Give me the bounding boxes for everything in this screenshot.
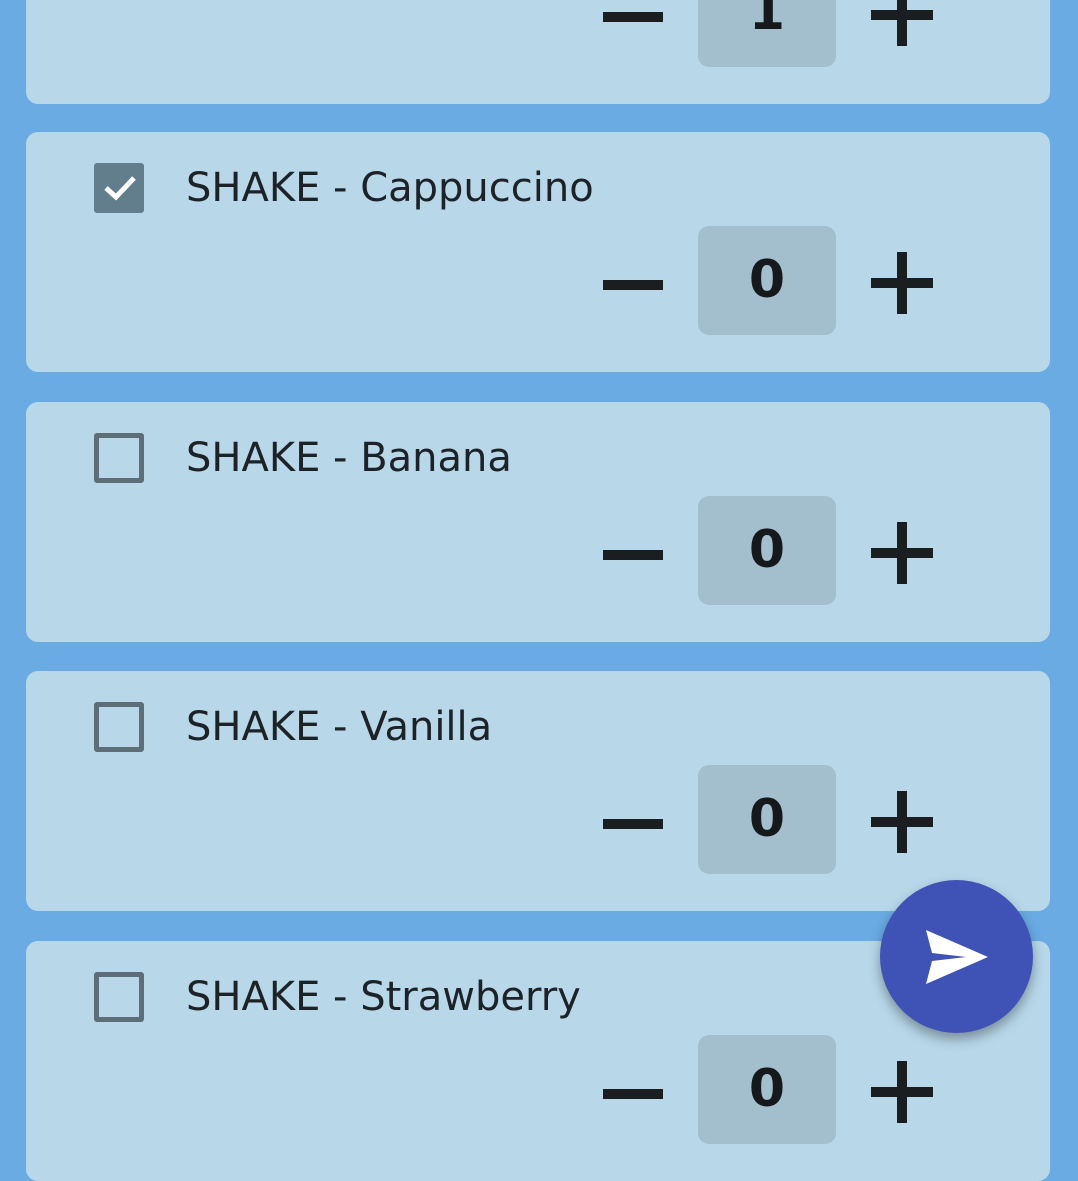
item-label: SHAKE - Cappuccino — [186, 165, 594, 211]
minus-icon — [603, 280, 663, 290]
list-item: 1 — [26, 0, 1050, 104]
increment-button[interactable] — [871, 0, 933, 46]
plus-icon — [871, 1061, 933, 1123]
minus-icon — [603, 819, 663, 829]
item-checkbox[interactable] — [94, 702, 144, 752]
increment-button[interactable] — [871, 522, 933, 584]
plus-icon — [871, 791, 933, 853]
decrement-button[interactable] — [603, 1064, 663, 1124]
item-checkbox[interactable] — [94, 433, 144, 483]
send-order-button[interactable] — [880, 880, 1033, 1033]
increment-button[interactable] — [871, 791, 933, 853]
minus-icon — [603, 1089, 663, 1099]
decrement-button[interactable] — [603, 0, 663, 47]
item-label: SHAKE - Banana — [186, 435, 512, 481]
item-checkbox[interactable] — [94, 972, 144, 1022]
plus-icon — [871, 522, 933, 584]
quantity-value[interactable]: 0 — [698, 765, 836, 874]
decrement-button[interactable] — [603, 525, 663, 585]
item-label: SHAKE - Strawberry — [186, 974, 581, 1020]
list-item: SHAKE - Vanilla 0 — [26, 671, 1050, 911]
increment-button[interactable] — [871, 1061, 933, 1123]
send-icon — [926, 930, 988, 984]
plus-icon — [871, 252, 933, 314]
minus-icon — [603, 550, 663, 560]
quantity-value[interactable]: 1 — [698, 0, 836, 67]
list-item: SHAKE - Banana 0 — [26, 402, 1050, 642]
plus-icon — [871, 0, 933, 46]
quantity-value[interactable]: 0 — [698, 226, 836, 335]
decrement-button[interactable] — [603, 255, 663, 315]
quantity-value[interactable]: 0 — [698, 1035, 836, 1144]
item-checkbox[interactable] — [94, 163, 144, 213]
increment-button[interactable] — [871, 252, 933, 314]
decrement-button[interactable] — [603, 794, 663, 854]
list-item: SHAKE - Cappuccino 0 — [26, 132, 1050, 372]
check-icon — [104, 176, 136, 201]
quantity-value[interactable]: 0 — [698, 496, 836, 605]
minus-icon — [603, 12, 663, 22]
item-label: SHAKE - Vanilla — [186, 704, 493, 750]
